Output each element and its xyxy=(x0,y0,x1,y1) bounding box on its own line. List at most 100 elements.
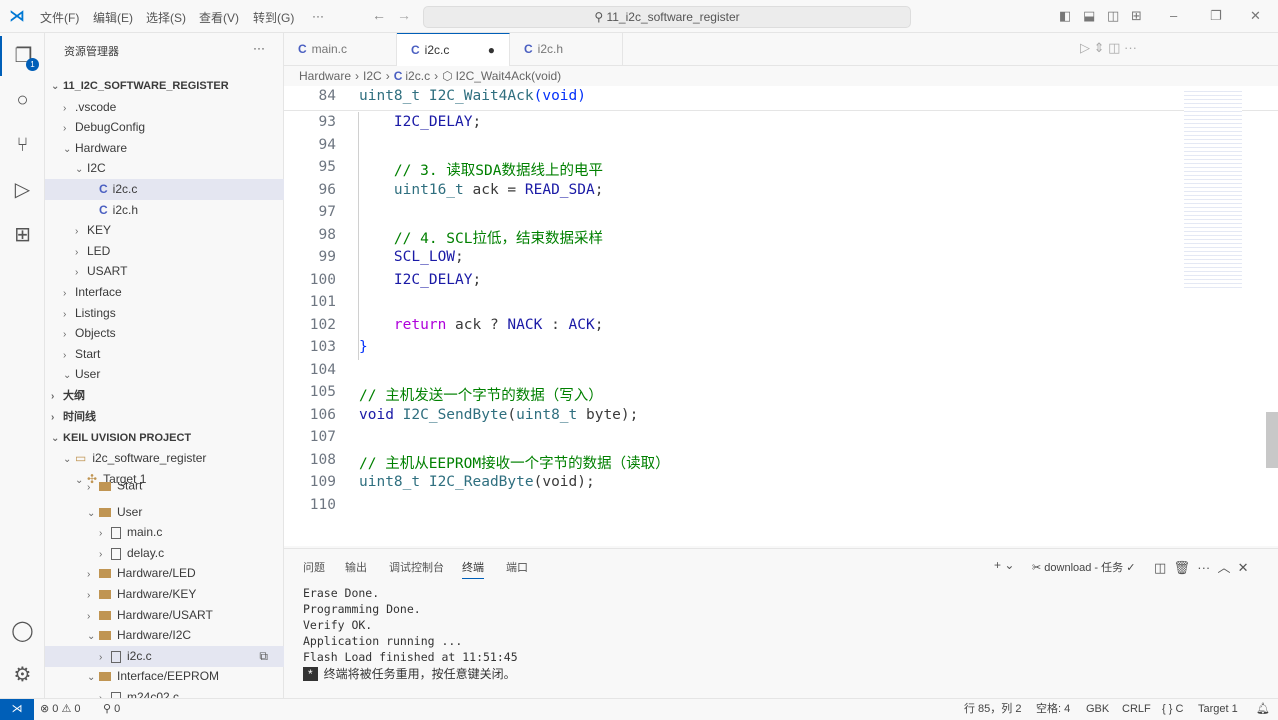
tree-item[interactable]: Ci2c.c xyxy=(45,179,284,200)
tree-item[interactable]: › Start xyxy=(45,344,284,365)
breadcrumb-item[interactable]: Hardware xyxy=(299,69,351,83)
tree-item[interactable]: ⌄ I2C xyxy=(45,158,284,179)
code-line[interactable]: // 3. 读取SDA数据线上的电平 xyxy=(359,159,603,180)
unsaved-dot-icon[interactable]: ● xyxy=(488,34,495,67)
menu-item[interactable]: 查看(V) xyxy=(199,9,239,26)
close-window-button[interactable]: ✕ xyxy=(1250,8,1261,24)
tree-item[interactable]: › Hardware/KEY xyxy=(45,584,284,605)
command-center-search[interactable]: ⚲ 11_i2c_software_register xyxy=(423,6,911,28)
toggle-secondary-sidebar-icon[interactable]: ◫ xyxy=(1107,8,1119,24)
tree-item[interactable]: › Objects xyxy=(45,323,284,344)
tree-item[interactable]: Ci2c.h xyxy=(45,200,284,221)
customize-layout-icon[interactable]: ⊞ xyxy=(1131,8,1142,24)
tree-item[interactable]: › LED xyxy=(45,241,284,262)
c-file-icon: C xyxy=(298,42,307,56)
back-arrow-icon[interactable]: ← xyxy=(372,7,386,23)
menu-item[interactable]: ··· xyxy=(312,9,324,23)
search-icon[interactable]: ○ xyxy=(0,80,45,120)
remote-icon[interactable]: ⋊ xyxy=(0,699,34,720)
code-line[interactable]: I2C_DELAY; xyxy=(359,272,481,288)
code-line[interactable]: uint8_t I2C_ReadByte(void); xyxy=(359,474,595,490)
tree-item[interactable]: › main.c xyxy=(45,522,284,543)
editor-actions[interactable]: ▷ ⇕ ◫ ··· xyxy=(1080,40,1137,56)
tree-item[interactable]: › 大纲 xyxy=(45,386,284,407)
minimap[interactable] xyxy=(1184,86,1242,296)
tree-item[interactable]: › 时间线 xyxy=(45,407,284,428)
code-line[interactable]: return ack ? NACK : ACK; xyxy=(359,317,604,333)
code-line[interactable]: // 4. SCL拉低，结束数据采样 xyxy=(359,227,603,248)
code-line[interactable]: // 主机从EEPROM接收一个字节的数据（读取） xyxy=(359,452,670,473)
explorer-icon[interactable]: ❐ 1 xyxy=(0,36,45,76)
more-actions-button[interactable]: ··· xyxy=(253,41,265,55)
tree-item[interactable]: ⌄ Hardware/I2C xyxy=(45,625,284,646)
tree-item[interactable]: ⌄ 11_I2C_SOFTWARE_REGISTER xyxy=(45,76,284,97)
panel-tab[interactable]: 终端 xyxy=(462,559,484,579)
tree-item[interactable]: ⌄ ▭ i2c_software_register xyxy=(45,448,284,469)
account-icon[interactable]: ◯ xyxy=(0,611,45,651)
settings-gear-icon[interactable]: ⚙ xyxy=(0,655,45,695)
tree-item[interactable]: › KEY xyxy=(45,220,284,241)
new-terminal-button[interactable]: + ⌄ xyxy=(994,558,1014,572)
code-line[interactable]: } xyxy=(359,339,368,355)
problems-indicator[interactable]: ⊗ 0 ⚠ 0 xyxy=(40,699,81,720)
tree-item[interactable]: › Listings xyxy=(45,303,284,324)
panel-tab[interactable]: 输出 xyxy=(345,559,367,575)
panel-tab[interactable]: 调试控制台 xyxy=(389,559,444,575)
toggle-sidebar-icon[interactable]: ◧ xyxy=(1059,8,1071,24)
tree-item[interactable]: ⌄ Hardware xyxy=(45,138,284,159)
tree-item[interactable]: ⌄ KEIL UVISION PROJECT xyxy=(45,428,284,449)
code-line[interactable]: I2C_DELAY; xyxy=(359,114,481,130)
panel-actions[interactable]: ◫ 🗑 ··· ︿ ✕ xyxy=(1154,557,1249,576)
breadcrumb-item[interactable]: I2C xyxy=(363,69,382,83)
indentation[interactable]: 空格: 4 xyxy=(1036,699,1070,720)
chevron-right-icon: › xyxy=(87,482,91,493)
code-line[interactable]: SCL_LOW; xyxy=(359,249,464,265)
tree-item[interactable]: › delay.c xyxy=(45,543,284,564)
menu-item[interactable]: 编辑(E) xyxy=(93,9,133,26)
source-control-icon[interactable]: ⑂ xyxy=(0,125,45,165)
tab-i2c-h[interactable]: Ci2c.h xyxy=(510,33,623,66)
encoding[interactable]: GBK xyxy=(1086,699,1109,720)
tab-i2c-c[interactable]: Ci2c.c ● xyxy=(397,33,510,66)
toggle-panel-icon[interactable]: ⬓ xyxy=(1083,8,1095,24)
terminal-task-selector[interactable]: ✂ download - 任务 ✓ xyxy=(1032,559,1135,575)
cursor-position[interactable]: 行 85，列 2 xyxy=(964,699,1021,720)
tree-item[interactable]: › Hardware/LED xyxy=(45,563,284,584)
tree-item[interactable]: › .vscode xyxy=(45,97,284,118)
run-debug-icon[interactable]: ▷ xyxy=(0,170,45,210)
tree-item[interactable]: › Interface xyxy=(45,282,284,303)
line-number: 109 xyxy=(309,474,336,490)
panel-tab[interactable]: 问题 xyxy=(303,559,325,575)
code-line[interactable]: void I2C_SendByte(uint8_t byte); xyxy=(359,407,638,423)
panel-tab[interactable]: 端口 xyxy=(506,559,528,575)
notifications-bell-icon[interactable]: 🔔︎ xyxy=(1256,699,1270,720)
tree-item[interactable]: › i2c.c ⧉ xyxy=(45,646,284,667)
code-line[interactable]: uint16_t ack = READ_SDA; xyxy=(359,182,604,198)
forward-arrow-icon[interactable]: → xyxy=(397,7,411,23)
ports-indicator[interactable]: ⚲ 0 xyxy=(103,699,120,720)
keil-target[interactable]: Target 1 xyxy=(1198,699,1238,720)
tree-item[interactable]: ⌄ User xyxy=(45,502,284,523)
menu-item[interactable]: 文件(F) xyxy=(40,9,79,26)
code-editor[interactable]: 84 uint8_t I2C_Wait4Ack(void) 93 I2C_DELAY… xyxy=(284,86,1278,546)
copy-icon[interactable]: ⧉ xyxy=(259,646,268,667)
breadcrumb-item[interactable]: I2C_Wait4Ack(void) xyxy=(456,69,562,83)
tree-item[interactable]: › Hardware/USART xyxy=(45,605,284,626)
minimize-button[interactable]: – xyxy=(1170,8,1177,23)
menu-item[interactable]: 选择(S) xyxy=(146,9,186,26)
language-mode[interactable]: { } C xyxy=(1162,699,1183,720)
menu-item[interactable]: 转到(G) xyxy=(253,9,294,26)
tab-main-c[interactable]: Cmain.c xyxy=(284,33,397,66)
editor-scrollbar[interactable] xyxy=(1266,412,1278,468)
breadcrumb-item[interactable]: i2c.c xyxy=(405,69,430,83)
tree-item[interactable]: › DebugConfig xyxy=(45,117,284,138)
code-line[interactable]: uint8_t I2C_Wait4Ack(void) xyxy=(359,88,586,104)
extensions-icon[interactable]: ⊞ xyxy=(0,215,45,255)
code-line[interactable]: // 主机发送一个字节的数据（写入） xyxy=(359,384,603,405)
tree-item[interactable]: › Start xyxy=(45,482,284,494)
line-ending[interactable]: CRLF xyxy=(1122,699,1151,720)
tree-item[interactable]: › USART xyxy=(45,261,284,282)
tree-item[interactable]: ⌄ User xyxy=(45,364,284,385)
restore-button[interactable]: ❐ xyxy=(1210,8,1222,24)
tree-item[interactable]: ⌄ Interface/EEPROM xyxy=(45,666,284,687)
